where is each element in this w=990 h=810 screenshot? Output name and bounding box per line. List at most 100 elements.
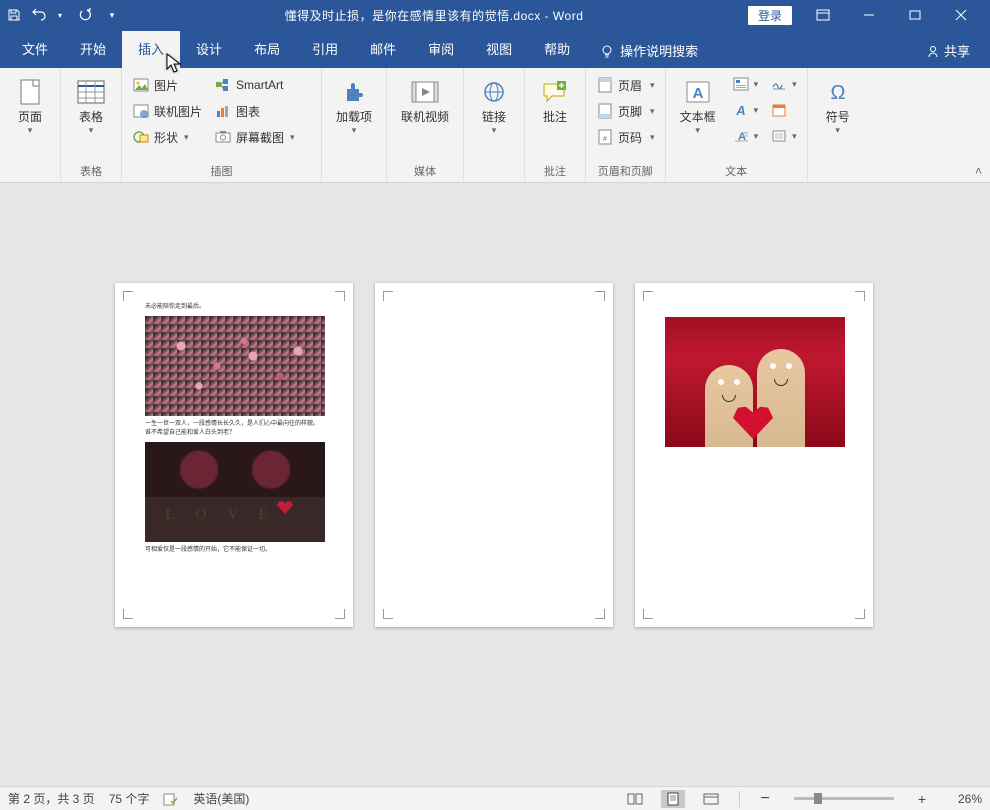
- page1-text3: 可相爱仅是一段感情的开始，它不能保证一切。: [145, 546, 323, 555]
- zoom-slider[interactable]: [794, 797, 894, 800]
- textbox-icon: A: [682, 76, 714, 108]
- tab-insert[interactable]: 插入: [122, 31, 180, 68]
- tab-view[interactable]: 视图: [470, 31, 528, 68]
- svg-text:#: #: [603, 136, 607, 143]
- comment-icon: [539, 76, 571, 108]
- group-text: A 文本框 ▾ ▾ A▾ A▾ ▾ ▾ 文本: [666, 68, 808, 182]
- page1-image-blossom: [145, 316, 325, 416]
- page3-image-fingers: [665, 317, 845, 447]
- lightbulb-icon: [600, 44, 614, 58]
- qat-customize-icon[interactable]: ▾: [104, 7, 120, 23]
- group-symbols: Ω 符号 ▾: [808, 68, 868, 182]
- zoom-in-button[interactable]: +: [914, 791, 930, 807]
- tab-layout[interactable]: 布局: [238, 31, 296, 68]
- tab-references[interactable]: 引用: [296, 31, 354, 68]
- read-mode-icon[interactable]: [623, 790, 647, 808]
- share-icon: [926, 44, 940, 58]
- save-icon[interactable]: [6, 7, 22, 23]
- online-video-button[interactable]: 联机视频: [393, 72, 457, 160]
- document-area[interactable]: 未必能陪你走到最后。 一生一世一双人，一段感情长长久久，是人们心中最向往的样貌。…: [0, 183, 990, 776]
- addins-button[interactable]: 加载项 ▾: [328, 72, 380, 176]
- print-layout-icon[interactable]: [661, 790, 685, 808]
- redo-icon[interactable]: [78, 7, 94, 23]
- chart-button[interactable]: 图表: [210, 98, 299, 124]
- drop-cap-button[interactable]: A▾: [728, 124, 763, 148]
- svg-text:A: A: [735, 103, 745, 117]
- comment-button[interactable]: 批注: [531, 72, 579, 160]
- quick-parts-icon: [732, 75, 750, 93]
- signature-icon: [770, 75, 788, 93]
- tab-help[interactable]: 帮助: [528, 31, 586, 68]
- tab-review[interactable]: 审阅: [412, 31, 470, 68]
- date-time-button[interactable]: [766, 98, 801, 122]
- shapes-button[interactable]: 形状▾: [128, 124, 206, 150]
- undo-more-icon[interactable]: ▾: [52, 7, 68, 23]
- textbox-button[interactable]: A 文本框 ▾: [672, 72, 724, 160]
- group-comments-label: 批注: [531, 160, 579, 182]
- page-1[interactable]: 未必能陪你走到最后。 一生一世一双人，一段感情长长久久，是人们心中最向往的样貌。…: [115, 283, 353, 627]
- page-number-icon: #: [596, 128, 614, 146]
- login-button[interactable]: 登录: [748, 6, 792, 25]
- group-addins: 加载项 ▾: [322, 68, 387, 182]
- quick-parts-button[interactable]: ▾: [728, 72, 763, 96]
- spell-check-icon[interactable]: [163, 792, 179, 806]
- link-icon: [478, 76, 510, 108]
- svg-text:A: A: [692, 85, 703, 102]
- tab-file[interactable]: 文件: [6, 31, 64, 68]
- wordart-button[interactable]: A▾: [728, 98, 763, 122]
- page1-text2: 一生一世一双人，一段感情长长久久，是人们心中最向往的样貌。谁不希望自己能和爱人白…: [145, 420, 323, 438]
- addins-icon: [338, 76, 370, 108]
- page-icon: [14, 76, 46, 108]
- page-3[interactable]: [635, 283, 873, 627]
- word-count[interactable]: 75 个字: [109, 790, 150, 807]
- tab-design[interactable]: 设计: [180, 31, 238, 68]
- undo-icon[interactable]: [32, 7, 48, 23]
- ribbon-display-options-icon[interactable]: [800, 0, 846, 30]
- close-icon[interactable]: [938, 0, 984, 30]
- group-tables: 表格 ▾ 表格: [61, 68, 122, 182]
- ribbon-tabs: 文件 开始 插入 设计 布局 引用 邮件 审阅 视图 帮助 操作说明搜索 共享: [0, 30, 990, 68]
- pages-button[interactable]: 页面 ▾: [6, 72, 54, 176]
- web-layout-icon[interactable]: [699, 790, 723, 808]
- language-indicator[interactable]: 英语(美国): [193, 790, 249, 807]
- minimize-icon[interactable]: [846, 0, 892, 30]
- page-number-button[interactable]: #页码▾: [592, 124, 659, 150]
- screenshot-button[interactable]: 屏幕截图▾: [210, 124, 299, 150]
- object-icon: [770, 127, 788, 145]
- video-icon: [409, 76, 441, 108]
- share-button[interactable]: 共享: [912, 33, 984, 68]
- zoom-level[interactable]: 26%: [944, 792, 982, 806]
- page1-text1: 未必能陪你走到最后。: [145, 303, 323, 312]
- links-button[interactable]: 链接 ▾: [470, 72, 518, 176]
- header-button[interactable]: 页眉▾: [592, 72, 659, 98]
- signature-button[interactable]: ▾: [766, 72, 801, 96]
- title-bar: ▾ ▾ 懂得及时止损，是你在感情里该有的觉悟.docx - Word 登录: [0, 0, 990, 30]
- picture-icon: [132, 76, 150, 94]
- symbols-button[interactable]: Ω 符号 ▾: [814, 72, 862, 176]
- smartart-button[interactable]: SmartArt: [210, 72, 299, 98]
- wordart-icon: A: [732, 101, 750, 119]
- collapse-ribbon-icon[interactable]: ˄: [975, 164, 982, 178]
- tab-home[interactable]: 开始: [64, 31, 122, 68]
- page-indicator[interactable]: 第 2 页，共 3 页: [8, 790, 95, 807]
- picture-button[interactable]: 图片: [128, 72, 206, 98]
- group-media: 联机视频 媒体: [387, 68, 464, 182]
- group-pages: 页面 ▾: [0, 68, 61, 182]
- pages-container: 未必能陪你走到最后。 一生一世一双人，一段感情长长久久，是人们心中最向往的样貌。…: [115, 283, 873, 627]
- document-title: 懂得及时止损，是你在感情里该有的觉悟.docx - Word: [120, 7, 748, 24]
- group-illustrations: 图片 联机图片 形状▾ SmartArt 图表 屏幕截图▾ 插图: [122, 68, 322, 182]
- shapes-icon: [132, 128, 150, 146]
- footer-button[interactable]: 页脚▾: [592, 98, 659, 124]
- page1-image-love: [145, 442, 325, 542]
- table-button[interactable]: 表格 ▾: [67, 72, 115, 160]
- page-2[interactable]: [375, 283, 613, 627]
- tell-me[interactable]: 操作说明搜索: [586, 33, 712, 68]
- tab-mail[interactable]: 邮件: [354, 31, 412, 68]
- group-tables-label: 表格: [67, 160, 115, 182]
- maximize-icon[interactable]: [892, 0, 938, 30]
- zoom-out-button[interactable]: −: [756, 790, 773, 808]
- object-button[interactable]: ▾: [766, 124, 801, 148]
- footer-icon: [596, 102, 614, 120]
- online-picture-button[interactable]: 联机图片: [128, 98, 206, 124]
- screenshot-icon: [214, 128, 232, 146]
